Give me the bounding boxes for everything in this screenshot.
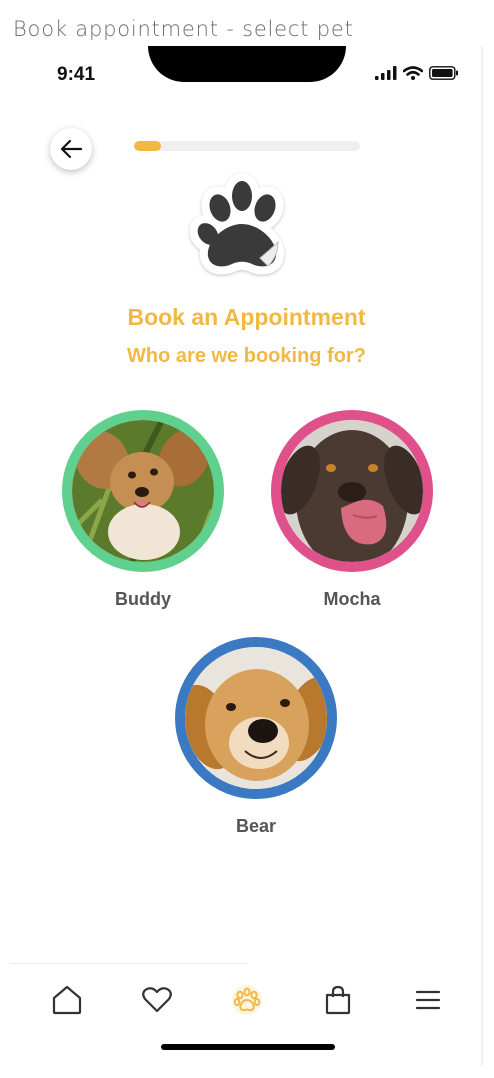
pet-card-bear[interactable]: Bear — [171, 637, 341, 837]
pet-avatar-buddy[interactable] — [62, 410, 224, 572]
shopping-bag-icon — [325, 985, 351, 1015]
status-icons — [375, 66, 459, 80]
signal-icon — [375, 66, 397, 80]
wifi-icon — [403, 66, 423, 80]
pet-card-buddy[interactable]: Buddy — [58, 410, 228, 610]
home-indicator — [161, 1044, 335, 1050]
notch — [148, 46, 346, 82]
pet-photo-mocha — [281, 420, 423, 562]
tab-home[interactable] — [43, 976, 91, 1024]
progress-fill — [134, 141, 162, 151]
pet-name-buddy: Buddy — [115, 589, 171, 609]
pet-name-bear: Bear — [235, 816, 277, 836]
tab-favorites[interactable] — [133, 976, 181, 1024]
page-title: Book an Appointment — [127, 304, 366, 330]
tab-shop[interactable] — [314, 976, 362, 1024]
tab-bar — [10, 976, 483, 1026]
menu-icon — [415, 990, 441, 1010]
back-button[interactable] — [50, 128, 92, 170]
phone-edge — [481, 46, 483, 1066]
pet-photo-buddy — [72, 420, 214, 562]
home-icon — [52, 985, 82, 1015]
heart-icon — [142, 987, 172, 1013]
frame-title: Book appointment - select pet — [13, 17, 354, 41]
pet-avatar-bear[interactable] — [175, 637, 337, 799]
status-time: 9:41 — [57, 64, 96, 85]
paw-logo-icon — [189, 173, 285, 275]
progress-bar — [134, 141, 360, 151]
pet-photo-bear — [185, 647, 327, 789]
tab-appointments[interactable] — [223, 976, 271, 1024]
phone-screen: 9:41 Book an Appointment Who are we book… — [10, 46, 483, 1078]
paw-icon — [232, 985, 262, 1015]
arrow-left-icon — [60, 139, 83, 159]
tabbar-divider — [10, 963, 248, 964]
pet-avatar-mocha[interactable] — [271, 410, 433, 572]
tab-menu[interactable] — [404, 976, 452, 1024]
battery-icon — [429, 66, 458, 80]
pet-card-mocha[interactable]: Mocha — [267, 410, 437, 610]
page-subtitle: Who are we booking for? — [127, 345, 366, 367]
pet-name-mocha: Mocha — [323, 589, 381, 609]
